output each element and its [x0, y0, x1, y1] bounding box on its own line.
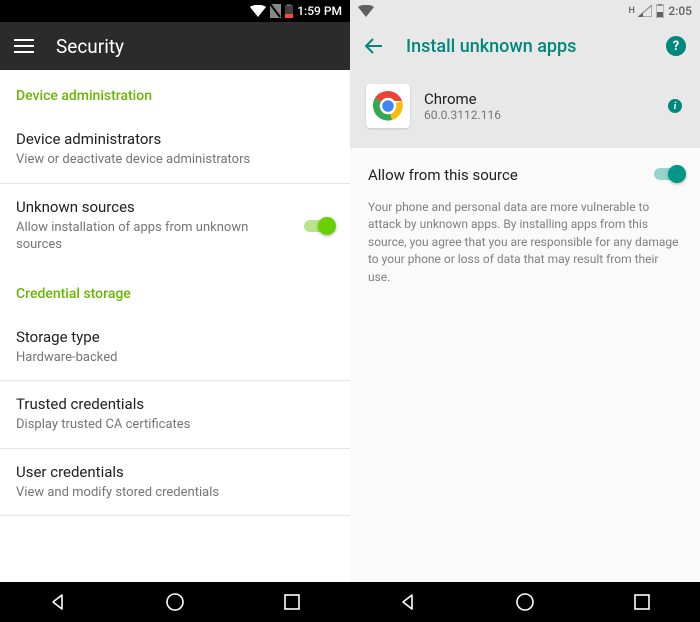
- setting-storage-type[interactable]: Storage type Hardware-backed: [0, 314, 350, 382]
- setting-title: Device administrators: [16, 130, 334, 148]
- page-title: Security: [56, 35, 124, 58]
- network-type-icon: H: [628, 6, 634, 16]
- status-bar: H 2:05: [350, 0, 700, 22]
- setting-description: Your phone and personal data are more vu…: [350, 199, 700, 286]
- battery-icon: [285, 4, 293, 18]
- app-version: 60.0.3112.116: [424, 108, 501, 122]
- chrome-icon: [366, 84, 410, 128]
- setting-subtitle: Allow installation of apps from unknown …: [16, 219, 290, 254]
- phone-install-unknown-apps: H 2:05 Install unknown apps ?: [350, 0, 700, 622]
- settings-list: Device administration Device administrat…: [0, 70, 350, 582]
- app-info-row: Chrome 60.0.3112.116 i: [350, 70, 700, 148]
- app-name: Chrome: [424, 90, 501, 108]
- setting-trusted-credentials[interactable]: Trusted credentials Display trusted CA c…: [0, 381, 350, 449]
- section-header-device-admin: Device administration: [0, 70, 350, 116]
- wifi-icon: [358, 5, 374, 17]
- status-time: 2:05: [668, 4, 692, 18]
- setting-title: Trusted credentials: [16, 395, 334, 413]
- setting-subtitle: View or deactivate device administrators: [16, 151, 334, 169]
- toggle-switch[interactable]: [652, 164, 686, 184]
- app-bar: Security: [0, 22, 350, 70]
- battery-icon: [656, 4, 664, 18]
- help-icon[interactable]: ?: [666, 36, 686, 56]
- app-text: Chrome 60.0.3112.116: [424, 90, 501, 122]
- setting-title: Storage type: [16, 328, 334, 346]
- nav-home[interactable]: [145, 582, 205, 622]
- setting-title: User credentials: [16, 463, 334, 481]
- section-header-credential-storage: Credential storage: [0, 268, 350, 314]
- nav-recent[interactable]: [612, 582, 672, 622]
- wifi-icon: [250, 5, 266, 17]
- menu-icon[interactable]: [14, 39, 34, 53]
- setting-user-credentials[interactable]: User credentials View and modify stored …: [0, 449, 350, 517]
- phone-security-settings: 1:59 PM Security Device administration D…: [0, 0, 350, 622]
- info-icon[interactable]: i: [668, 99, 682, 113]
- settings-content: Allow from this source Your phone and pe…: [350, 148, 700, 582]
- signal-icon: [638, 5, 652, 17]
- nav-recent[interactable]: [262, 582, 322, 622]
- app-bar: Install unknown apps ?: [350, 22, 700, 70]
- nav-home[interactable]: [495, 582, 555, 622]
- setting-device-administrators[interactable]: Device administrators View or deactivate…: [0, 116, 350, 184]
- setting-allow-from-source[interactable]: Allow from this source: [350, 148, 700, 199]
- status-bar: 1:59 PM: [0, 0, 350, 22]
- setting-subtitle: View and modify stored credentials: [16, 484, 334, 502]
- toggle-switch[interactable]: [302, 216, 336, 236]
- setting-subtitle: Display trusted CA certificates: [16, 416, 334, 434]
- setting-subtitle: Hardware-backed: [16, 349, 334, 367]
- setting-title: Allow from this source: [368, 166, 682, 184]
- nav-bar: [0, 582, 350, 622]
- nav-back[interactable]: [28, 582, 88, 622]
- nav-bar: [350, 582, 700, 622]
- no-sim-icon: [270, 4, 281, 18]
- setting-unknown-sources[interactable]: Unknown sources Allow installation of ap…: [0, 184, 350, 268]
- nav-back[interactable]: [378, 582, 438, 622]
- page-title: Install unknown apps: [406, 36, 576, 57]
- status-time: 1:59 PM: [297, 4, 342, 18]
- back-arrow-icon[interactable]: [364, 37, 384, 55]
- setting-title: Unknown sources: [16, 198, 290, 216]
